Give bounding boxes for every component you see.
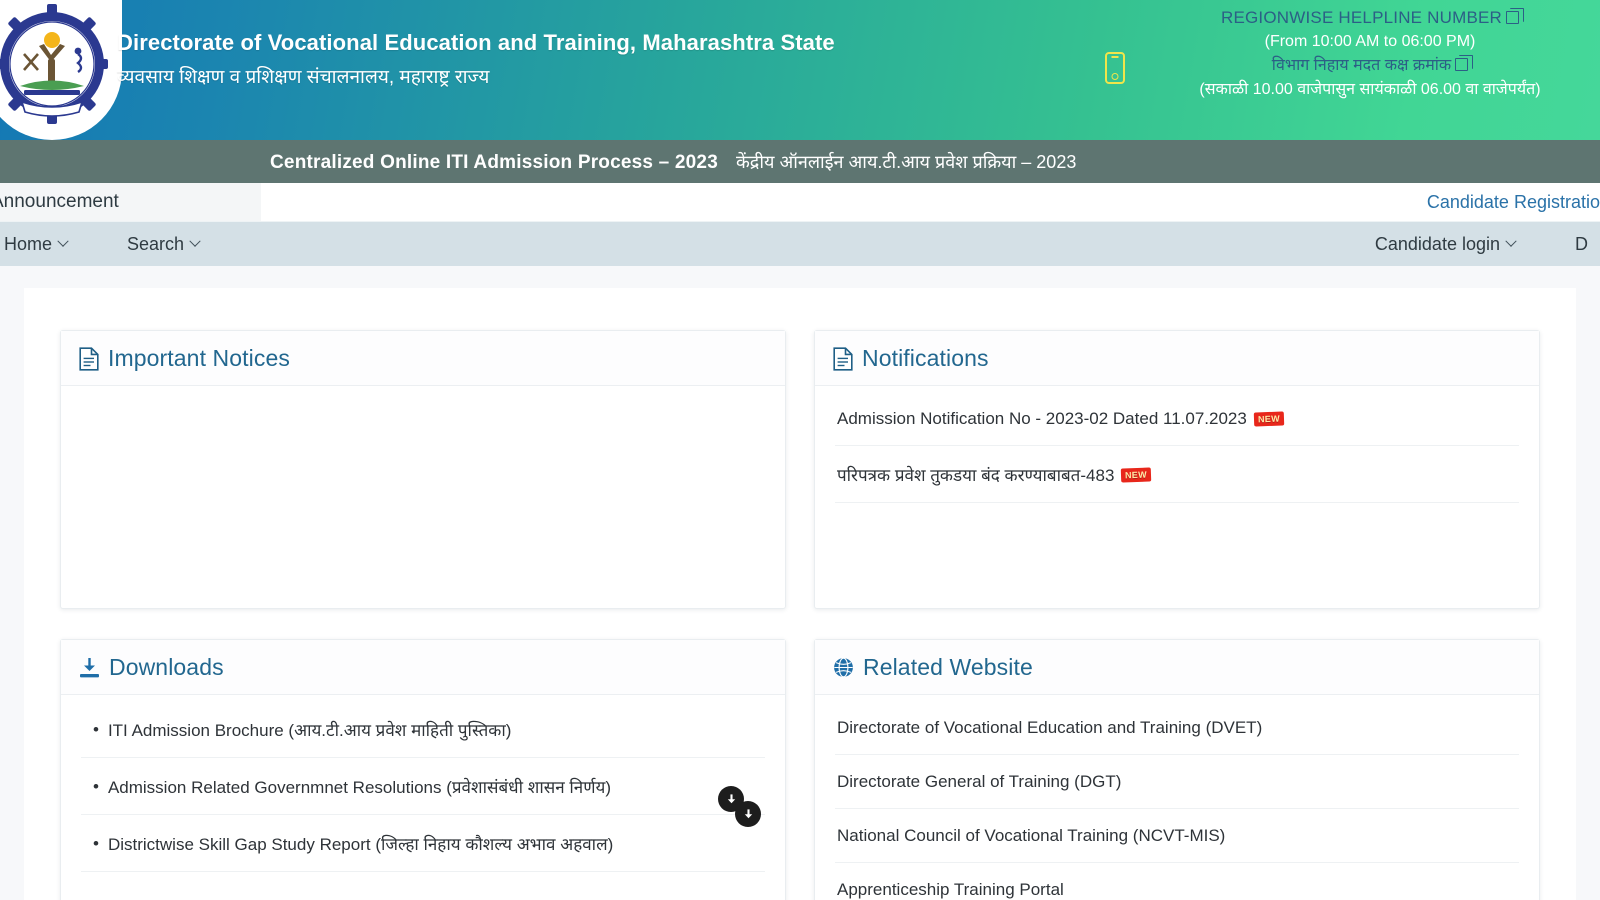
announcement-label: Announcement <box>0 183 261 221</box>
nav-item-search-label: Search <box>127 222 184 266</box>
panel-title-notifications: Notifications <box>862 345 989 372</box>
navbar-left-group: Home Search <box>0 222 229 266</box>
announcement-marquee: Candidate Registration for <box>261 183 1600 221</box>
download-text: Admission Related Governmnet Resolutions… <box>108 775 611 798</box>
panel-title-related-website: Related Website <box>863 654 1033 681</box>
related-link-text: Apprenticeship Training Portal <box>837 880 1064 900</box>
panel-header-related-website: Related Website <box>815 640 1539 695</box>
notification-text: परिपत्रक प्रवेश तुकडया बंद करण्याबाबत-48… <box>837 463 1114 486</box>
chevron-down-icon <box>1505 236 1516 247</box>
list-item[interactable]: Admission Notification No - 2023-02 Date… <box>835 392 1519 446</box>
status-badge: NEW <box>1254 411 1284 426</box>
globe-icon <box>833 657 854 678</box>
mobile-phone-icon <box>1105 52 1125 84</box>
nav-item-candidate-login-label: Candidate login <box>1375 222 1500 266</box>
page-container: Important Notices Noti <box>24 288 1576 900</box>
notification-text: Admission Notification No - 2023-02 Date… <box>837 409 1247 429</box>
panel-body-important-notices <box>61 386 785 608</box>
main-content-area: Important Notices Noti <box>0 266 1600 900</box>
site-header: Directorate of Vocational Education and … <box>0 0 1600 140</box>
related-link-text: National Council of Vocational Training … <box>837 826 1225 846</box>
related-link-text: Directorate General of Training (DGT) <box>837 772 1121 792</box>
panel-body-notifications: Admission Notification No - 2023-02 Date… <box>815 386 1539 608</box>
process-title-bar: Centralized Online ITI Admission Process… <box>0 140 1600 183</box>
panel-header-important-notices: Important Notices <box>61 331 785 386</box>
panel-downloads: Downloads • ITI Admission Brochure (आय.ट… <box>60 639 786 900</box>
nav-item-search[interactable]: Search <box>97 222 229 266</box>
process-title-mr: केंद्रीय ऑनलाईन आय.टी.आय प्रवेश प्रक्रिय… <box>736 150 1076 174</box>
helpline-link-en[interactable]: REGIONWISE HELPLINE NUMBER <box>1150 6 1590 30</box>
header-title-mr: व्यवसाय शिक्षण व प्रशिक्षण संचालनालय, मह… <box>117 63 835 93</box>
helpline-link-mr[interactable]: विभाग निहाय मदत कक्ष क्रमांक <box>1150 54 1590 78</box>
document-icon <box>833 347 853 371</box>
helpline-hours-mr: (सकाळी 10.00 वाजेपासुन सायंकाळी 06.00 वा… <box>1150 78 1590 102</box>
list-item[interactable]: परिपत्रक प्रवेश तुकडया बंद करण्याबाबत-48… <box>835 446 1519 503</box>
status-badge: NEW <box>1121 467 1151 482</box>
helpline-hours-en: (From 10:00 AM to 06:00 PM) <box>1150 30 1590 54</box>
panel-related-website: Related Website Directorate of Vocationa… <box>814 639 1540 900</box>
download-text: ITI Admission Brochure (आय.टी.आय प्रवेश … <box>108 718 511 741</box>
download-arrow-icon[interactable] <box>735 801 761 827</box>
list-item[interactable]: Apprenticeship Training Portal <box>835 863 1519 900</box>
process-title-en: Centralized Online ITI Admission Process… <box>270 152 718 174</box>
external-link-icon-mr <box>1455 58 1468 71</box>
panel-body-related-website: Directorate of Vocational Education and … <box>815 695 1539 900</box>
list-item[interactable]: • Admission Related Governmnet Resolutio… <box>81 758 765 815</box>
helpline-block: REGIONWISE HELPLINE NUMBER (From 10:00 A… <box>1150 6 1590 102</box>
helpline-label-mr: विभाग निहाय मदत कक्ष क्रमांक <box>1272 57 1451 74</box>
panel-grid: Important Notices Noti <box>60 330 1540 900</box>
external-link-icon <box>1506 11 1519 24</box>
download-text: Districtwise Skill Gap Study Report (जिल… <box>108 832 613 855</box>
nav-item-home-label: Home <box>4 222 52 266</box>
list-item[interactable]: Directorate of Vocational Education and … <box>835 701 1519 755</box>
navbar-right-group: Candidate login D <box>1345 222 1600 266</box>
list-item[interactable]: • ITI Admission Brochure (आय.टी.आय प्रवे… <box>81 701 765 758</box>
panel-important-notices: Important Notices <box>60 330 786 609</box>
header-title-block: Directorate of Vocational Education and … <box>117 28 835 93</box>
bullet-icon: • <box>93 834 99 854</box>
nav-item-truncated-label: D <box>1575 222 1588 266</box>
panel-title-important-notices: Important Notices <box>108 345 290 372</box>
nav-item-candidate-login[interactable]: Candidate login <box>1345 222 1545 266</box>
panel-body-downloads: • ITI Admission Brochure (आय.टी.आय प्रवे… <box>61 695 785 900</box>
bullet-icon: • <box>93 720 99 740</box>
nav-item-home[interactable]: Home <box>0 222 97 266</box>
announcement-bar: Announcement Candidate Registration for <box>0 183 1600 222</box>
document-icon <box>79 347 99 371</box>
panel-title-downloads: Downloads <box>109 654 224 681</box>
list-item[interactable]: Directorate General of Training (DGT) <box>835 755 1519 809</box>
announcement-link[interactable]: Candidate Registration for <box>1427 192 1600 213</box>
related-link-text: Directorate of Vocational Education and … <box>837 718 1262 738</box>
main-navbar: Home Search Candidate login D <box>0 222 1600 266</box>
nav-item-truncated[interactable]: D <box>1545 222 1600 266</box>
panel-notifications: Notifications Admission Notification No … <box>814 330 1540 609</box>
dvet-logo <box>0 0 122 140</box>
bullet-icon: • <box>93 777 99 797</box>
download-icon <box>79 657 100 679</box>
list-item[interactable]: • Districtwise Skill Gap Study Report (ज… <box>81 815 765 872</box>
list-item[interactable]: National Council of Vocational Training … <box>835 809 1519 863</box>
helpline-label-en: REGIONWISE HELPLINE NUMBER <box>1221 8 1502 27</box>
header-title-en: Directorate of Vocational Education and … <box>117 28 835 58</box>
panel-header-notifications: Notifications <box>815 331 1539 386</box>
panel-header-downloads: Downloads <box>61 640 785 695</box>
chevron-down-icon <box>57 236 68 247</box>
chevron-down-icon <box>189 236 200 247</box>
